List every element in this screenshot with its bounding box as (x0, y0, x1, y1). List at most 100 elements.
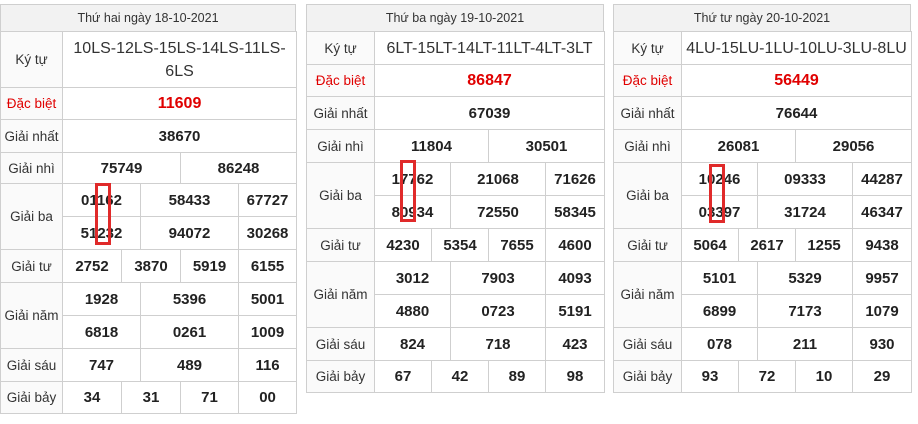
giai-bay-value: 71 (180, 381, 239, 414)
label-giai-nam: Giải năm (613, 261, 682, 328)
label-dac-biet: Đặc biệt (613, 64, 682, 97)
giai-nam-value: 9957 (851, 261, 913, 295)
giai-ba-value: 01162 (62, 183, 141, 217)
label-ky-tu: Ký tự (0, 31, 63, 88)
label-giai-ba: Giải ba (306, 162, 375, 229)
label-giai-nam: Giải năm (0, 282, 63, 349)
giai-nam-value: 3012 (374, 261, 451, 295)
giai-bay-value: 42 (431, 360, 489, 393)
giai-nam-value: 6899 (681, 294, 758, 328)
dac-biet-value: 86847 (373, 64, 606, 97)
giai-bay-value: 31 (121, 381, 181, 414)
ky-tu-value: 4LU-15LU-1LU-10LU-3LU-8LU (680, 31, 913, 65)
giai-ba-value: 10246 (681, 162, 758, 196)
giai-sau-value: 489 (140, 348, 239, 382)
result-table: Ký tự 4LU-15LU-1LU-10LU-3LU-8LU Đặc biệt… (613, 31, 913, 393)
giai-tu-value: 9438 (851, 228, 913, 262)
label-ky-tu: Ký tự (306, 31, 375, 65)
giai-ba-value: 58345 (544, 195, 606, 229)
label-giai-nhi: Giải nhì (613, 129, 682, 163)
giai-ba-value: 58433 (140, 183, 239, 217)
giai-bay-value: 10 (795, 360, 853, 393)
result-panel-tuesday: Thứ ba ngày 19-10-2021 Ký tự 6LT-15LT-14… (306, 4, 606, 393)
giai-bay-value: 98 (544, 360, 606, 393)
giai-tu-value: 5919 (180, 249, 239, 283)
panel-date-header: Thứ tư ngày 20-10-2021 (613, 4, 911, 31)
giai-ba-value: 21068 (450, 162, 546, 196)
giai-ba-value: 44287 (851, 162, 913, 196)
giai-nam-value: 0261 (140, 315, 239, 349)
label-ky-tu: Ký tự (613, 31, 682, 65)
giai-nhi-value: 75749 (62, 152, 181, 184)
label-giai-tu: Giải tư (306, 228, 375, 262)
giai-bay-value: 72 (738, 360, 796, 393)
giai-ba-value: 94072 (140, 216, 239, 250)
label-giai-bay: Giải bảy (306, 360, 375, 393)
giai-sau-value: 930 (851, 327, 913, 361)
giai-sau-value: 211 (757, 327, 853, 361)
giai-ba-value: 17762 (374, 162, 451, 196)
label-giai-ba: Giải ba (0, 183, 63, 250)
giai-nam-value: 1079 (851, 294, 913, 328)
label-giai-sau: Giải sáu (306, 327, 375, 361)
giai-nhat-value: 67039 (373, 96, 606, 130)
giai-bay-value: 29 (851, 360, 913, 393)
label-giai-nam: Giải năm (306, 261, 375, 328)
giai-tu-value: 3870 (121, 249, 181, 283)
giai-bay-value: 89 (488, 360, 546, 393)
giai-tu-value: 5064 (681, 228, 739, 262)
label-giai-nhi: Giải nhì (306, 129, 375, 163)
giai-ba-value: 03397 (681, 195, 758, 229)
giai-nhi-value: 29056 (794, 129, 913, 163)
giai-nhi-value: 11804 (374, 129, 489, 163)
label-dac-biet: Đặc biệt (0, 87, 63, 120)
giai-nhat-value: 76644 (680, 96, 913, 130)
giai-sau-value: 824 (374, 327, 451, 361)
result-table: Ký tự 10LS-12LS-15LS-14LS-11LS-6LS Đặc b… (0, 31, 298, 414)
label-giai-ba: Giải ba (613, 162, 682, 229)
giai-nhi-value: 30501 (487, 129, 606, 163)
giai-nam-value: 4093 (544, 261, 606, 295)
label-giai-bay: Giải bảy (613, 360, 682, 393)
giai-ba-value: 67727 (237, 183, 298, 217)
giai-tu-value: 2617 (738, 228, 796, 262)
giai-bay-value: 67 (374, 360, 432, 393)
giai-nam-value: 6818 (62, 315, 141, 349)
giai-tu-value: 7655 (488, 228, 546, 262)
giai-ba-value: 31724 (757, 195, 853, 229)
giai-ba-value: 51232 (62, 216, 141, 250)
label-giai-sau: Giải sáu (613, 327, 682, 361)
giai-tu-value: 4230 (374, 228, 432, 262)
giai-ba-value: 46347 (851, 195, 913, 229)
label-giai-tu: Giải tư (0, 249, 63, 283)
giai-nam-value: 5101 (681, 261, 758, 295)
label-giai-nhat: Giải nhất (0, 119, 63, 153)
giai-tu-value: 6155 (237, 249, 298, 283)
giai-ba-value: 30268 (237, 216, 298, 250)
giai-sau-value: 718 (450, 327, 546, 361)
giai-bay-value: 00 (237, 381, 298, 414)
giai-nam-value: 4880 (374, 294, 451, 328)
giai-nam-value: 1928 (62, 282, 141, 316)
label-giai-nhat: Giải nhất (306, 96, 375, 130)
dac-biet-value: 11609 (61, 87, 298, 120)
ky-tu-value: 6LT-15LT-14LT-11LT-4LT-3LT (373, 31, 606, 65)
giai-nam-value: 5191 (544, 294, 606, 328)
giai-nhi-value: 86248 (179, 152, 298, 184)
giai-sau-value: 423 (544, 327, 606, 361)
giai-nam-value: 7173 (757, 294, 853, 328)
giai-nam-value: 5329 (757, 261, 853, 295)
giai-tu-value: 4600 (544, 228, 606, 262)
label-giai-sau: Giải sáu (0, 348, 63, 382)
giai-nam-value: 5396 (140, 282, 239, 316)
giai-sau-value: 116 (237, 348, 298, 382)
ky-tu-value: 10LS-12LS-15LS-14LS-11LS-6LS (61, 31, 298, 88)
giai-ba-value: 80934 (374, 195, 451, 229)
label-giai-nhi: Giải nhì (0, 152, 63, 184)
label-giai-tu: Giải tư (613, 228, 682, 262)
panel-date-header: Thứ ba ngày 19-10-2021 (306, 4, 604, 31)
giai-ba-value: 09333 (757, 162, 853, 196)
giai-tu-value: 2752 (62, 249, 122, 283)
label-dac-biet: Đặc biệt (306, 64, 375, 97)
result-table: Ký tự 6LT-15LT-14LT-11LT-4LT-3LT Đặc biệ… (306, 31, 606, 393)
